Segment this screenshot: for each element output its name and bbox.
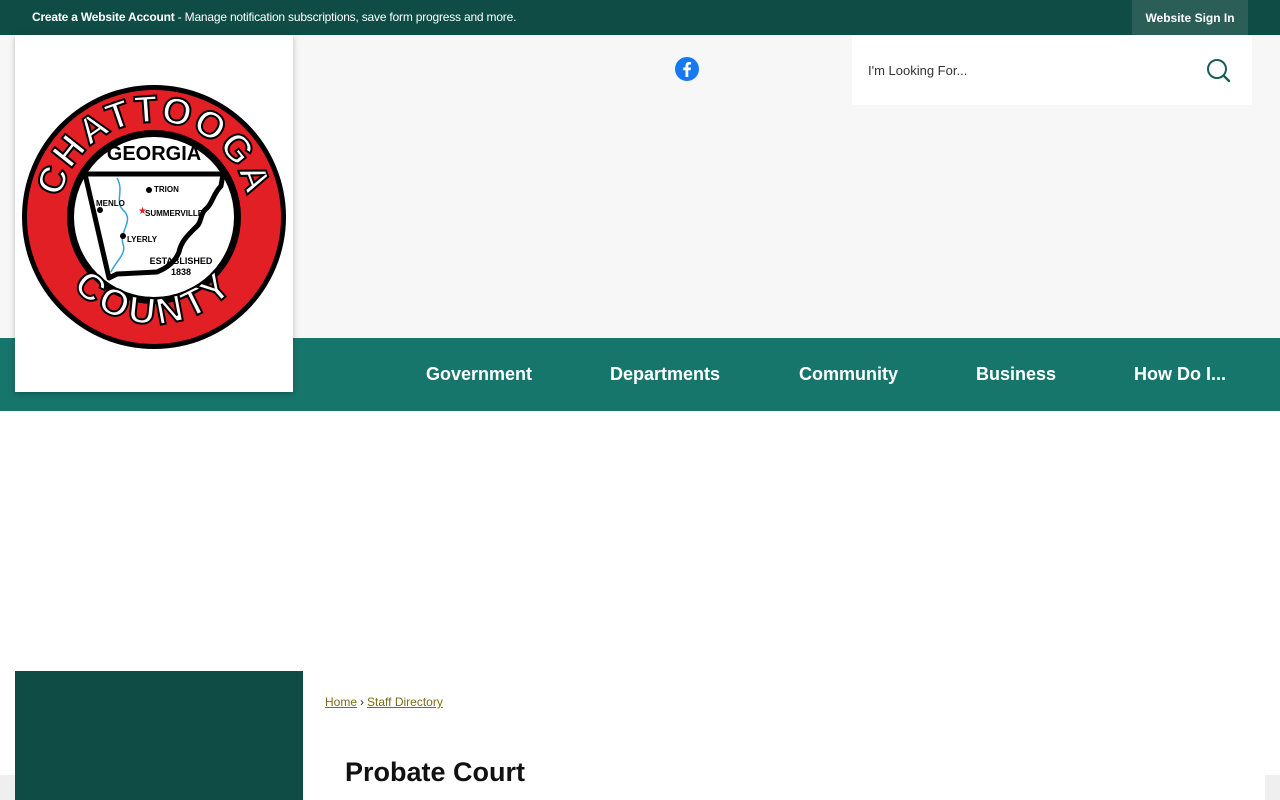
logo-card[interactable]: CHATTOOGA COUNTY GEORGIA ★ TRION MENLO S… — [15, 35, 293, 392]
search-box — [852, 35, 1252, 105]
nav-item-how-do-i[interactable]: How Do I... — [1134, 338, 1226, 411]
notification-text: - Manage notification subscriptions, sav… — [174, 10, 517, 24]
nav-item-government[interactable]: Government — [426, 338, 532, 411]
svg-text:GEORGIA: GEORGIA — [107, 143, 201, 165]
page-edge-right — [1265, 775, 1280, 800]
nav-item-community[interactable]: Community — [799, 338, 898, 411]
page-title: Probate Court — [345, 757, 526, 787]
svg-text:MENLO: MENLO — [96, 199, 125, 208]
svg-text:SUMMERVILLE: SUMMERVILLE — [145, 209, 204, 218]
page-edge-left — [0, 775, 15, 800]
breadcrumb-staff-directory-link[interactable]: Staff Directory — [367, 695, 443, 709]
search-icon[interactable] — [1204, 57, 1232, 85]
create-account-link[interactable]: Create a Website Account — [32, 10, 175, 24]
sidebar — [15, 671, 303, 800]
nav-item-business[interactable]: Business — [976, 338, 1056, 411]
breadcrumb-separator: › — [360, 695, 365, 709]
search-input[interactable] — [868, 57, 1188, 83]
svg-text:1838: 1838 — [171, 267, 191, 277]
breadcrumb: Home › Staff Directory — [325, 695, 443, 709]
nav-item-departments[interactable]: Departments — [610, 338, 720, 411]
notification-bar: Create a Website Account - Manage notifi… — [0, 0, 1280, 35]
breadcrumb-home-link[interactable]: Home — [325, 695, 357, 709]
notification-message: Create a Website Account - Manage notifi… — [32, 10, 516, 24]
svg-text:LYERLY: LYERLY — [127, 235, 158, 244]
svg-text:TRION: TRION — [154, 185, 179, 194]
facebook-icon[interactable] — [675, 57, 699, 81]
county-seal-logo[interactable]: CHATTOOGA COUNTY GEORGIA ★ TRION MENLO S… — [17, 82, 291, 352]
website-sign-in-button[interactable]: Website Sign In — [1132, 0, 1248, 35]
svg-text:ESTABLISHED: ESTABLISHED — [150, 256, 213, 266]
